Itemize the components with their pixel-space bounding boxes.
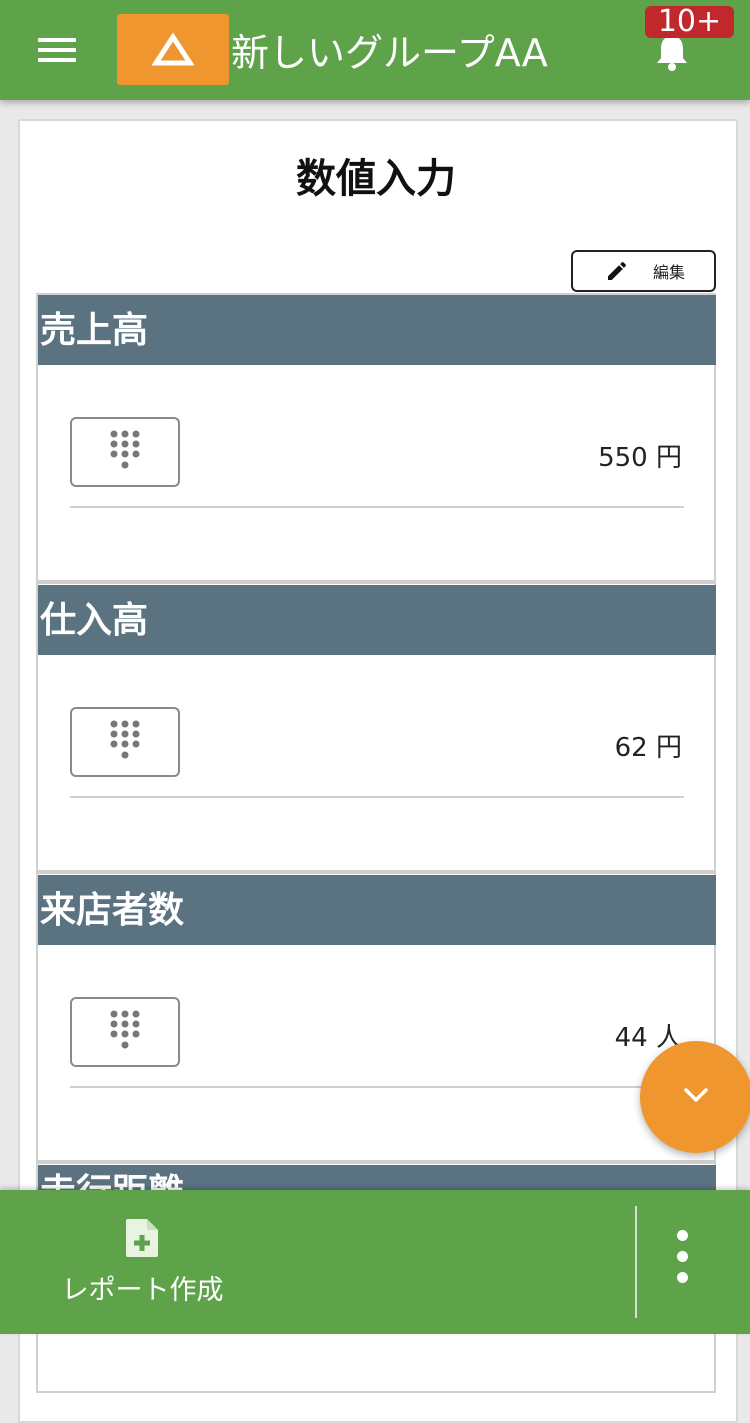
section-divider xyxy=(38,870,716,874)
keypad-button[interactable] xyxy=(70,997,180,1067)
app-header: 新しいグループAA 10+ xyxy=(0,0,750,100)
edit-button[interactable]: 編集 xyxy=(571,250,716,292)
file-add-icon xyxy=(126,1219,158,1257)
bottom-action-bar: レポート作成 xyxy=(0,1190,750,1334)
group-title[interactable]: 新しいグループAA xyxy=(231,22,548,77)
pencil-icon xyxy=(608,261,627,280)
metric-section-visitors: 来店者数 44 人 xyxy=(38,875,716,1165)
bar-divider xyxy=(635,1206,637,1318)
create-report-button[interactable]: レポート作成 xyxy=(0,1190,635,1334)
page-title: 数値入力 xyxy=(296,156,456,202)
chevron-down-icon xyxy=(684,1088,708,1102)
keypad-icon xyxy=(110,1010,140,1049)
create-report-label: レポート作成 xyxy=(61,1275,224,1306)
app-logo[interactable] xyxy=(117,14,229,85)
section-title: 売上高 xyxy=(38,295,716,365)
keypad-icon xyxy=(110,430,140,469)
scroll-down-button[interactable] xyxy=(640,1041,750,1153)
value-underline xyxy=(70,506,684,508)
metric-section-purchases: 仕入高 62 円 xyxy=(38,585,716,875)
keypad-button[interactable] xyxy=(70,707,180,777)
metric-section-sales: 売上高 550 円 xyxy=(38,295,716,585)
notification-badge[interactable]: 10+ xyxy=(645,6,734,38)
value-underline xyxy=(70,1086,684,1088)
logo-triangle-icon xyxy=(152,32,194,65)
section-divider xyxy=(38,580,716,584)
keypad-button[interactable] xyxy=(70,417,180,487)
metric-value: 62 円 xyxy=(614,733,682,763)
edit-label: 編集 xyxy=(653,263,686,282)
keypad-icon xyxy=(110,720,140,759)
section-title: 仕入高 xyxy=(38,585,716,655)
value-underline xyxy=(70,796,684,798)
section-divider xyxy=(38,1160,716,1164)
section-title: 来店者数 xyxy=(38,875,716,945)
menu-icon[interactable] xyxy=(38,34,80,66)
metric-value: 550 円 xyxy=(598,443,682,473)
more-vertical-icon[interactable] xyxy=(650,1220,714,1304)
